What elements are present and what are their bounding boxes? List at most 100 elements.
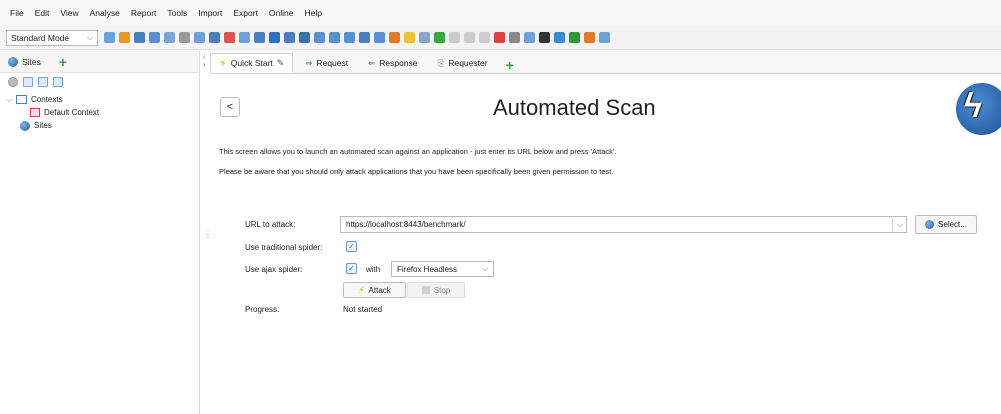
import-context-icon[interactable] xyxy=(38,77,48,87)
menu-item-view[interactable]: View xyxy=(60,8,78,18)
main-toolbar: Standard Mode ⌵ xyxy=(0,26,1001,50)
tree-node-contexts[interactable]: ⌵ Contexts xyxy=(6,93,199,106)
new-context-icon[interactable] xyxy=(23,77,33,87)
progress-label: Progress: xyxy=(245,305,280,314)
url-label: URL to attack: xyxy=(245,220,296,229)
toolbar-icon-12[interactable] xyxy=(269,32,280,43)
toolbar-icon-28[interactable] xyxy=(509,32,520,43)
toolbar-icon-2[interactable] xyxy=(119,32,130,43)
menu-item-help[interactable]: Help xyxy=(305,8,322,18)
tab-requester[interactable]: ⎘ Requester xyxy=(430,53,496,73)
tab-response-label: Response xyxy=(379,58,418,68)
toolbar-icon-32[interactable] xyxy=(569,32,580,43)
tab-quick-start[interactable]: ⚡ Quick Start ✎ xyxy=(210,53,294,73)
toolbar-icon-18[interactable] xyxy=(359,32,370,43)
toolbar-icon-6[interactable] xyxy=(179,32,190,43)
browser-select-value: Firefox Headless xyxy=(397,264,458,274)
toolbar-icon-4[interactable] xyxy=(149,32,160,43)
stop-button[interactable]: Stop xyxy=(407,282,465,298)
with-label: with xyxy=(366,265,381,274)
toolbar-icon-23[interactable] xyxy=(434,32,445,43)
tab-sites-label: Sites xyxy=(22,56,41,67)
toolbar-icon-19[interactable] xyxy=(374,32,385,43)
ajax-spider-checkbox[interactable]: ✓ xyxy=(346,263,357,274)
toolbar-icon-16[interactable] xyxy=(329,32,340,43)
sites-panel-toolbar xyxy=(0,73,199,91)
menu-item-report[interactable]: Report xyxy=(131,8,157,18)
url-input[interactable]: https://localhost:8443/benchmark/ xyxy=(340,216,907,233)
toolbar-icon-3[interactable] xyxy=(134,32,145,43)
toolbar-icon-22[interactable] xyxy=(419,32,430,43)
collapse-arrows-icon[interactable]: ‹ › xyxy=(203,53,206,69)
toolbar-icon-24[interactable] xyxy=(449,32,460,43)
menu-item-edit[interactable]: Edit xyxy=(35,8,50,18)
stop-icon xyxy=(421,286,430,294)
target-icon[interactable] xyxy=(8,77,18,87)
toolbar-icon-13[interactable] xyxy=(284,32,295,43)
toolbar-icon-15[interactable] xyxy=(314,32,325,43)
chevron-down-icon: ⌵ xyxy=(86,32,93,42)
sites-panel-tabs: Sites + xyxy=(0,51,199,73)
requester-icon: ⎘ xyxy=(437,57,445,68)
toolbar-icon-8[interactable] xyxy=(209,32,220,43)
toolbar-icon-30[interactable] xyxy=(539,32,550,43)
description-text-1: This screen allows you to launch an auto… xyxy=(219,147,617,156)
toolbar-icon-14[interactable] xyxy=(299,32,310,43)
toolbar-icon-25[interactable] xyxy=(464,32,475,43)
traditional-spider-checkbox[interactable]: ✓ xyxy=(346,241,357,252)
mode-select[interactable]: Standard Mode ⌵ xyxy=(6,29,98,46)
toolbar-icon-7[interactable] xyxy=(194,32,205,43)
sites-panel: Sites + ⌵ Contexts Default Context Sites xyxy=(0,51,200,414)
page-title: Automated Scan xyxy=(493,95,656,120)
tree-node-contexts-label: Contexts xyxy=(31,95,63,104)
toolbar-icon-5[interactable] xyxy=(164,32,175,43)
menu-item-tools[interactable]: Tools xyxy=(167,8,187,18)
toolbar-icon-26[interactable] xyxy=(479,32,490,43)
attack-button-label: Attack xyxy=(368,285,391,295)
select-globe-icon xyxy=(925,220,935,229)
workspace-tabs: ⚡ Quick Start ✎ ⇒ Request ⇐ Response ⎘ R… xyxy=(210,51,1001,74)
tab-response[interactable]: ⇐ Response xyxy=(360,53,425,73)
toolbar-icon-20[interactable] xyxy=(389,32,400,43)
attack-bolt-icon: ⚡ xyxy=(358,284,365,295)
select-button[interactable]: Select... xyxy=(915,215,977,234)
toolbar-icon-34[interactable] xyxy=(599,32,610,43)
tab-sites[interactable]: Sites xyxy=(8,56,41,67)
menu-item-file[interactable]: File xyxy=(10,8,24,18)
attack-button[interactable]: ⚡ Attack xyxy=(343,282,406,298)
bolt-icon: ⚡ xyxy=(219,57,227,70)
export-context-icon[interactable] xyxy=(53,77,63,87)
url-history-chevron-icon[interactable]: ⌵ xyxy=(892,216,907,233)
toolbar-icon-17[interactable] xyxy=(344,32,355,43)
toolbar-icon-10[interactable] xyxy=(239,32,250,43)
tree-node-default-context-label: Default Context xyxy=(44,108,100,117)
toolbar-icon-33[interactable] xyxy=(584,32,595,43)
pin-icon[interactable]: ✎ xyxy=(277,58,285,69)
toolbar-icon-1[interactable] xyxy=(104,32,115,43)
toolbar-icon-21[interactable] xyxy=(404,32,415,43)
tree-node-sites[interactable]: Sites xyxy=(6,119,199,132)
arrow-left-icon: ⇐ xyxy=(368,57,376,68)
menu-item-import[interactable]: Import xyxy=(198,8,222,18)
tab-request[interactable]: ⇒ Request xyxy=(297,53,356,73)
toolbar-icon-11[interactable] xyxy=(254,32,265,43)
toolbar-icon-31[interactable] xyxy=(554,32,565,43)
back-button[interactable]: < xyxy=(220,97,240,117)
progress-value: Not started xyxy=(343,305,383,314)
menu-item-export[interactable]: Export xyxy=(233,8,258,18)
url-input-value: https://localhost:8443/benchmark/ xyxy=(346,220,466,229)
chevron-down-icon: ⌵ xyxy=(481,264,488,273)
tree-node-default-context[interactable]: Default Context xyxy=(6,106,199,119)
toolbar-icon-29[interactable] xyxy=(524,32,535,43)
menu-item-online[interactable]: Online xyxy=(269,8,294,18)
contexts-folder-icon xyxy=(16,95,27,104)
toolbar-icon-27[interactable] xyxy=(494,32,505,43)
browser-select[interactable]: Firefox Headless ⌵ xyxy=(391,261,494,277)
add-tab-icon[interactable]: + xyxy=(59,55,67,69)
traditional-spider-label: Use traditional spider: xyxy=(245,243,323,252)
select-button-label: Select... xyxy=(938,220,967,229)
add-workspace-tab-icon[interactable]: + xyxy=(506,57,514,73)
menu-item-analyse[interactable]: Analyse xyxy=(90,8,120,18)
toolbar-icon-9[interactable] xyxy=(224,32,235,43)
expand-arrow-icon[interactable]: ⌵ xyxy=(6,95,16,105)
